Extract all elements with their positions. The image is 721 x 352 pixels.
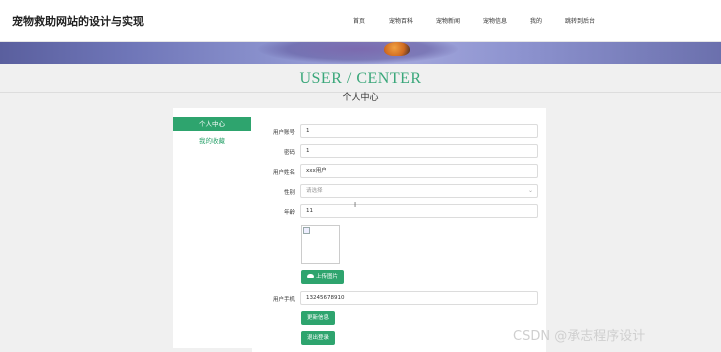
section-title: USER / CENTER [299,70,422,87]
name-field[interactable]: xxx用户 [300,164,538,178]
gender-select-placeholder: 请选择 [306,188,323,194]
sidebar-item-favorites[interactable]: 我的收藏 [173,134,251,148]
nav-item-pet-info[interactable]: 宠物信息 [483,16,507,25]
cloud-upload-icon [306,273,314,278]
text-cursor-icon: I [354,201,357,209]
account-label: 用户账号 [272,130,295,136]
gender-label: 性别 [283,190,295,196]
top-navbar: 宠物救助网站的设计与实现 首页 宠物百科 宠物新闻 宠物信息 我的 跳转到后台 [0,0,721,42]
phone-field[interactable]: 13245678910 [300,291,538,305]
age-field[interactable]: 11 [300,204,538,218]
gender-select[interactable]: 请选择 ⌄ [300,184,538,198]
password-label: 密码 [283,150,295,156]
update-info-button[interactable]: 更新信息 [301,311,335,325]
upload-image-button[interactable]: 上传图片 [301,270,344,284]
section-subtitle: 个人中心 [342,93,379,103]
upload-image-label: 上传图片 [315,274,338,280]
broken-image-icon [303,227,310,234]
nav-item-admin[interactable]: 跳转到后台 [565,16,595,25]
password-field[interactable]: 1 [300,144,538,158]
banner-butterfly-shape [384,42,410,56]
nav-item-pet-news[interactable]: 宠物新闻 [436,16,460,25]
account-field[interactable]: 1 [300,124,538,138]
nav-item-mine[interactable]: 我的 [530,16,542,25]
phone-label: 用户手机 [272,297,295,303]
age-label: 年龄 [283,210,295,216]
csdn-watermark: CSDN @承志程序设计 [513,329,646,344]
site-title: 宠物救助网站的设计与实现 [12,15,144,28]
logout-button[interactable]: 退出登录 [301,331,335,345]
chevron-down-icon: ⌄ [527,187,533,194]
nav-item-home[interactable]: 首页 [353,16,365,25]
nav-item-pet-encyclopedia[interactable]: 宠物百科 [389,16,413,25]
sidebar-item-user-center[interactable]: 个人中心 [173,117,251,131]
banner-image [0,42,721,64]
banner-flower-shape [258,42,458,64]
name-label: 用户姓名 [272,170,295,176]
avatar-preview-image [301,225,340,264]
